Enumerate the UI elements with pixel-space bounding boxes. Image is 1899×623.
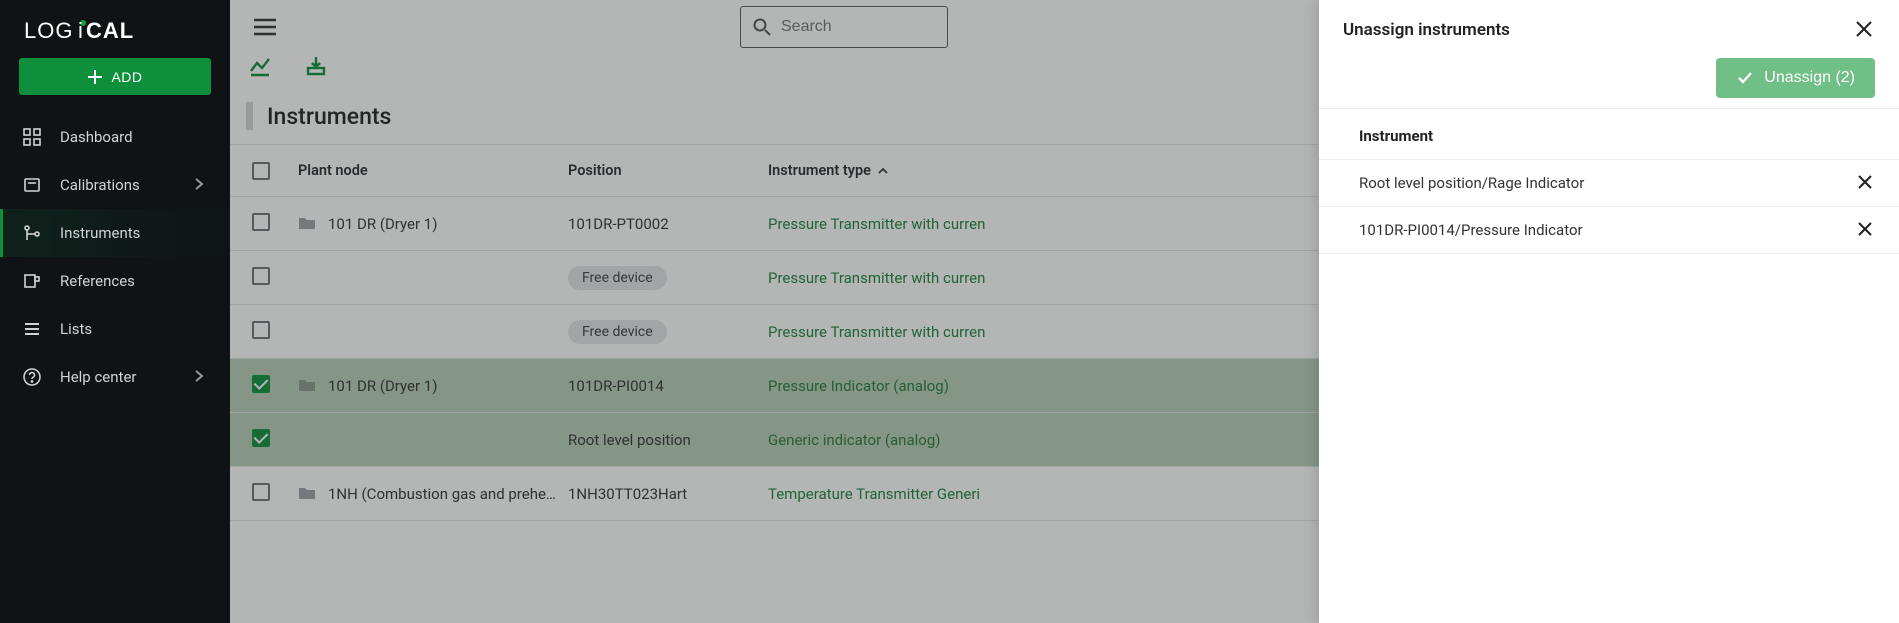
unassign-panel: Unassign instruments Unassign (2) Instru… [1319, 0, 1899, 623]
sidebar-item-label: Dashboard [60, 128, 208, 146]
sidebar-item-lists[interactable]: Lists [0, 305, 230, 353]
check-icon [1736, 69, 1754, 87]
help-icon [22, 367, 42, 387]
sidebar-item-help[interactable]: Help center [0, 353, 230, 401]
panel-row: Root level position/Rage Indicator [1319, 160, 1899, 207]
add-button[interactable]: ADD [19, 58, 211, 95]
sidebar-item-label: References [60, 272, 208, 290]
sidebar-item-label: Lists [60, 320, 208, 338]
svg-text:LOG: LOG [24, 18, 73, 43]
sidebar-item-calibrations[interactable]: Calibrations [0, 161, 230, 209]
sidebar-item-instruments[interactable]: Instruments [0, 209, 230, 257]
plus-icon [87, 69, 103, 85]
panel-title: Unassign instruments [1343, 20, 1510, 40]
logo: LOG i CAL [0, 0, 230, 58]
unassign-button[interactable]: Unassign (2) [1716, 58, 1875, 98]
chevron-right-icon [192, 369, 208, 385]
svg-text:i: i [78, 18, 83, 43]
instruments-icon [22, 223, 42, 243]
sidebar-item-label: Instruments [60, 224, 208, 242]
chevron-right-icon [192, 177, 208, 193]
sidebar-item-label: Calibrations [60, 176, 174, 194]
sidebar-item-references[interactable]: References [0, 257, 230, 305]
sidebar: LOG i CAL ADD Dashboard Calibrations [0, 0, 230, 623]
svg-text:CAL: CAL [86, 18, 134, 43]
sidebar-item-dashboard[interactable]: Dashboard [0, 113, 230, 161]
panel-column-header: Instrument [1319, 109, 1899, 160]
calibrations-icon [22, 175, 42, 195]
sidebar-item-label: Help center [60, 368, 174, 386]
panel-row: 101DR-PI0014/Pressure Indicator [1319, 207, 1899, 254]
references-icon [22, 271, 42, 291]
remove-item-button[interactable] [1857, 221, 1875, 239]
panel-row-label: Root level position/Rage Indicator [1359, 174, 1584, 192]
remove-item-button[interactable] [1857, 174, 1875, 192]
panel-row-label: 101DR-PI0014/Pressure Indicator [1359, 221, 1583, 239]
unassign-button-label: Unassign (2) [1764, 69, 1855, 87]
add-button-label: ADD [111, 69, 142, 85]
close-panel-button[interactable] [1855, 20, 1875, 40]
sidebar-nav: Dashboard Calibrations Instruments Refer… [0, 113, 230, 401]
dashboard-icon [22, 127, 42, 147]
lists-icon [22, 319, 42, 339]
